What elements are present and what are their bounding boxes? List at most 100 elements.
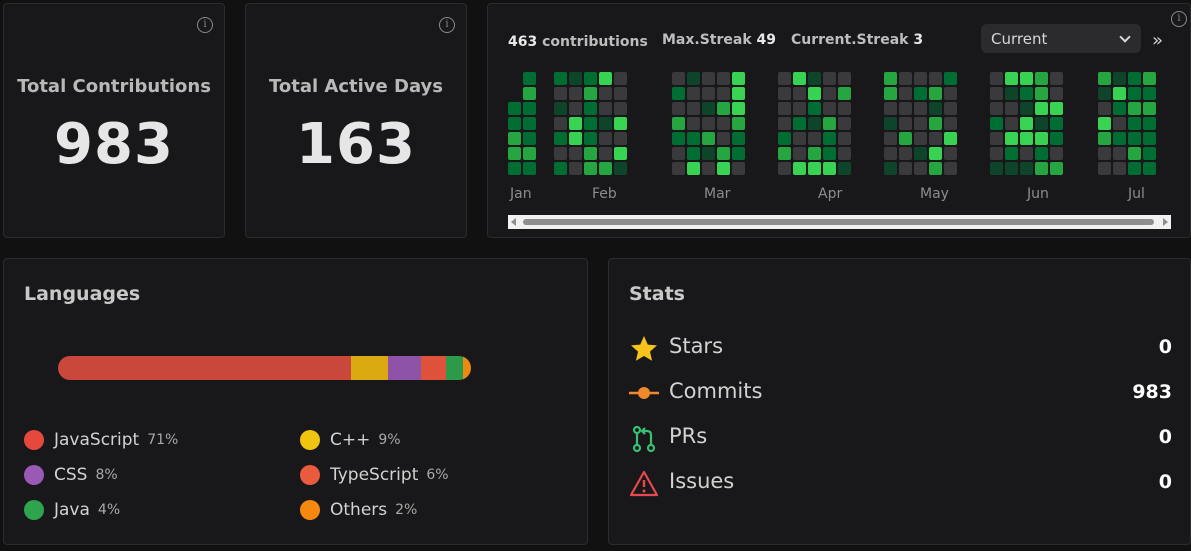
contribution-cell[interactable] [1128, 102, 1141, 115]
contribution-cell[interactable] [1005, 102, 1018, 115]
contribution-cell[interactable] [1143, 72, 1156, 85]
contribution-cell[interactable] [914, 117, 927, 130]
contribution-cell[interactable] [1020, 102, 1033, 115]
contribution-cell[interactable] [702, 117, 715, 130]
contribution-cell[interactable] [884, 87, 897, 100]
contribution-cell[interactable] [793, 162, 806, 175]
contribution-cell[interactable] [1098, 87, 1111, 100]
contribution-cell[interactable] [823, 132, 836, 145]
contribution-cell[interactable] [1005, 147, 1018, 160]
contribution-cell[interactable] [838, 162, 851, 175]
contribution-cell[interactable] [1128, 72, 1141, 85]
contribution-cell[interactable] [1005, 87, 1018, 100]
contribution-cell[interactable] [778, 132, 791, 145]
contribution-cell[interactable] [929, 87, 942, 100]
contribution-cell[interactable] [808, 102, 821, 115]
contribution-cell[interactable] [702, 72, 715, 85]
contribution-cell[interactable] [1020, 162, 1033, 175]
contribution-cell[interactable] [1128, 147, 1141, 160]
contribution-cell[interactable] [1098, 117, 1111, 130]
contribution-cell[interactable] [990, 87, 1003, 100]
contribution-cell[interactable] [823, 87, 836, 100]
contribution-cell[interactable] [1035, 162, 1048, 175]
contribution-cell[interactable] [1005, 132, 1018, 145]
horizontal-scrollbar[interactable] [508, 215, 1171, 229]
contribution-cell[interactable] [672, 117, 685, 130]
contribution-cell[interactable] [599, 132, 612, 145]
contribution-cell[interactable] [929, 102, 942, 115]
contribution-cell[interactable] [808, 132, 821, 145]
contribution-cell[interactable] [1113, 162, 1126, 175]
contribution-cell[interactable] [914, 87, 927, 100]
contribution-cell[interactable] [1020, 117, 1033, 130]
contribution-cell[interactable] [884, 102, 897, 115]
contribution-cell[interactable] [523, 87, 536, 100]
contribution-cell[interactable] [1005, 117, 1018, 130]
contribution-cell[interactable] [899, 72, 912, 85]
contribution-cell[interactable] [672, 87, 685, 100]
contribution-cell[interactable] [584, 132, 597, 145]
contribution-cell[interactable] [1143, 102, 1156, 115]
contribution-cell[interactable] [884, 132, 897, 145]
info-icon[interactable]: i [439, 17, 455, 33]
contribution-cell[interactable] [687, 102, 700, 115]
contribution-cell[interactable] [884, 72, 897, 85]
contribution-cell[interactable] [523, 102, 536, 115]
contribution-cell[interactable] [808, 162, 821, 175]
contribution-cell[interactable] [1113, 132, 1126, 145]
contribution-cell[interactable] [793, 87, 806, 100]
contribution-cell[interactable] [687, 132, 700, 145]
contribution-cell[interactable] [508, 147, 521, 160]
contribution-cell[interactable] [899, 87, 912, 100]
contribution-cell[interactable] [838, 102, 851, 115]
contribution-cell[interactable] [554, 117, 567, 130]
contribution-cell[interactable] [508, 162, 521, 175]
contribution-cell[interactable] [899, 162, 912, 175]
info-icon[interactable]: i [1171, 11, 1187, 27]
contribution-cell[interactable] [599, 87, 612, 100]
contribution-cell[interactable] [569, 87, 582, 100]
scroll-right-icon[interactable] [1163, 218, 1168, 226]
contribution-cell[interactable] [732, 147, 745, 160]
contribution-cell[interactable] [944, 102, 957, 115]
contribution-cell[interactable] [808, 117, 821, 130]
contribution-cell[interactable] [990, 117, 1003, 130]
contribution-cell[interactable] [914, 132, 927, 145]
contribution-cell[interactable] [599, 147, 612, 160]
contribution-cell[interactable] [584, 102, 597, 115]
contribution-cell[interactable] [808, 72, 821, 85]
contribution-cell[interactable] [944, 72, 957, 85]
contribution-cell[interactable] [1020, 87, 1033, 100]
contribution-cell[interactable] [1020, 132, 1033, 145]
contribution-cell[interactable] [808, 87, 821, 100]
contribution-cell[interactable] [599, 102, 612, 115]
contribution-cell[interactable] [1098, 102, 1111, 115]
contribution-cell[interactable] [1143, 87, 1156, 100]
contribution-cell[interactable] [687, 147, 700, 160]
info-icon[interactable]: i [197, 17, 213, 33]
contribution-cell[interactable] [569, 72, 582, 85]
contribution-cell[interactable] [508, 102, 521, 115]
double-chevron-right-icon[interactable]: » [1152, 30, 1163, 51]
contribution-cell[interactable] [1005, 162, 1018, 175]
contribution-cell[interactable] [1113, 72, 1126, 85]
contribution-cell[interactable] [1020, 147, 1033, 160]
contribution-cell[interactable] [778, 117, 791, 130]
scroll-left-icon[interactable] [511, 218, 516, 226]
contribution-cell[interactable] [732, 132, 745, 145]
contribution-cell[interactable] [687, 162, 700, 175]
contribution-cell[interactable] [554, 147, 567, 160]
contribution-cell[interactable] [1035, 132, 1048, 145]
contribution-cell[interactable] [929, 132, 942, 145]
contribution-cell[interactable] [717, 132, 730, 145]
contribution-cell[interactable] [990, 147, 1003, 160]
contribution-cell[interactable] [687, 117, 700, 130]
contribution-cell[interactable] [584, 147, 597, 160]
contribution-cell[interactable] [944, 132, 957, 145]
contribution-cell[interactable] [702, 87, 715, 100]
contribution-cell[interactable] [1113, 87, 1126, 100]
contribution-cell[interactable] [1050, 147, 1063, 160]
contribution-cell[interactable] [732, 87, 745, 100]
contribution-cell[interactable] [717, 117, 730, 130]
contribution-cell[interactable] [914, 102, 927, 115]
